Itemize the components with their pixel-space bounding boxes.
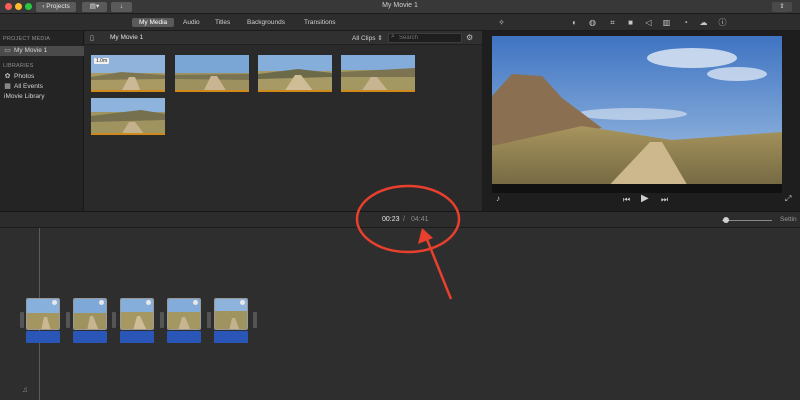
clip-landscape-image [175, 55, 249, 90]
clip-landscape-image [91, 98, 165, 133]
browser-title: My Movie 1 [110, 34, 144, 41]
clip-landscape-image [341, 55, 415, 90]
timeline-settings-button[interactable]: Settin [780, 216, 797, 223]
share-button[interactable]: ⇪ [772, 2, 792, 12]
grid-icon: ▦ [4, 83, 11, 90]
libraries-header: LIBRARIES [3, 63, 34, 69]
transition-handle[interactable] [160, 312, 164, 328]
tab-transitions[interactable]: Transitions [297, 18, 343, 27]
media-clip-thumbnail[interactable] [258, 55, 332, 92]
timeline-header: 00:23 / 04:41 Settin [0, 211, 800, 228]
tab-my-media[interactable]: My Media [132, 18, 175, 27]
clip-duration-badge: 1.0m [94, 58, 110, 64]
sidebar-item-all-events[interactable]: ▦ All Events [0, 82, 84, 92]
magic-wand-icon[interactable]: ✧ [497, 18, 506, 27]
clip-audio-bar[interactable] [214, 331, 248, 343]
transition-handle[interactable] [207, 312, 211, 328]
clip-audio-bar[interactable] [73, 331, 107, 343]
clip-marker-icon [240, 300, 245, 305]
gear-icon[interactable]: ⚙ [466, 33, 473, 42]
play-icon[interactable]: ▶ [641, 194, 649, 204]
clip-audio-bar[interactable] [120, 331, 154, 343]
window-title: My Movie 1 [382, 2, 418, 9]
sidebar-toggle-icon[interactable]: ▯ [90, 34, 94, 42]
libraries-sidebar: PROJECT MEDIA ▭ My Movie 1 LIBRARIES ✿ P… [0, 31, 84, 211]
current-timecode: 00:23 [382, 216, 400, 223]
color-balance-icon[interactable]: ◐ [570, 18, 579, 27]
total-duration: 04:41 [411, 216, 429, 223]
timeline-clip[interactable] [167, 298, 201, 330]
fullscreen-icon[interactable]: ⤢ [785, 194, 791, 204]
timeline-clip[interactable] [120, 298, 154, 330]
tab-titles[interactable]: Titles [208, 18, 237, 27]
video-preview-frame [492, 36, 782, 193]
sidebar-item-my-movie[interactable]: ▭ My Movie 1 [0, 46, 84, 56]
volume-icon[interactable]: ◁ [644, 18, 653, 27]
timeline-clip[interactable] [73, 298, 107, 330]
media-clip-thumbnail[interactable]: 1.0m [91, 55, 165, 92]
browser-header: ▯ My Movie 1 All Clips ⇕ ⌕ ⚙ [85, 31, 482, 45]
microphone-icon[interactable]: ♪ [496, 194, 500, 204]
photos-icon: ✿ [4, 73, 11, 80]
search-icon: ⌕ [391, 33, 395, 40]
transition-handle[interactable] [20, 312, 24, 328]
viewer-panel: ♪ ⏮ ▶ ⏭ ⤢ [482, 31, 800, 211]
skip-back-icon[interactable]: ⏮ [623, 195, 630, 205]
timeline-clip[interactable] [214, 298, 248, 330]
search-input[interactable] [388, 33, 462, 43]
film-icon: ▭ [4, 47, 11, 54]
clip-audio-bar[interactable] [167, 331, 201, 343]
music-note-icon: ♫ [22, 385, 28, 394]
color-correction-icon[interactable]: ◍ [588, 18, 597, 27]
adjustment-toolbar: ✧ ◐ ◍ ⌗ ■ ◁ ▥ ◔ ☁ ⓘ [482, 14, 800, 31]
timeline-zoom-slider[interactable] [722, 220, 772, 221]
media-clip-thumbnail[interactable] [175, 55, 249, 92]
media-tabs-bar: My Media Audio Titles Backgrounds Transi… [0, 14, 482, 31]
tab-audio[interactable]: Audio [176, 18, 207, 27]
title-bar: ‹ Projects ▤▾ ↓ My Movie 1 ⇪ [0, 0, 800, 14]
media-browser: ▯ My Movie 1 All Clips ⇕ ⌕ ⚙ 1.0m [85, 31, 482, 211]
transition-handle[interactable] [253, 312, 257, 328]
timeline: ♫ [0, 228, 800, 400]
updown-icon: ⇕ [377, 35, 383, 42]
project-media-header: PROJECT MEDIA [3, 36, 51, 42]
noise-reduction-icon[interactable]: ▥ [662, 18, 671, 27]
clip-marker-icon [99, 300, 104, 305]
clip-filter-select[interactable]: All Clips ⇕ [352, 34, 383, 42]
skip-forward-icon[interactable]: ⏭ [661, 195, 668, 205]
sidebar-item-photos[interactable]: ✿ Photos [0, 72, 84, 82]
transition-handle[interactable] [66, 312, 70, 328]
sidebar-item-imovie-library[interactable]: iMovie Library [0, 92, 84, 102]
clip-marker-icon [193, 300, 198, 305]
tab-backgrounds[interactable]: Backgrounds [240, 18, 292, 27]
clip-marker-icon [146, 300, 151, 305]
video-frame-image [492, 36, 782, 193]
stabilization-icon[interactable]: ■ [626, 18, 635, 27]
share-icon: ⇪ [779, 3, 785, 10]
media-clip-thumbnail[interactable] [91, 98, 165, 135]
clip-audio-bar[interactable] [26, 331, 60, 343]
info-icon[interactable]: ⓘ [718, 18, 727, 27]
filter-icon[interactable]: ☁ [699, 18, 708, 27]
clip-marker-icon [52, 300, 57, 305]
clip-landscape-image [258, 55, 332, 90]
media-clip-thumbnail[interactable] [341, 55, 415, 92]
timeline-clip[interactable] [26, 298, 60, 330]
timecode-separator: / [403, 216, 405, 223]
transition-handle[interactable] [112, 312, 116, 328]
crop-icon[interactable]: ⌗ [608, 18, 617, 27]
speed-icon[interactable]: ◔ [681, 18, 690, 27]
timeline-zoom-knob[interactable] [723, 217, 729, 223]
